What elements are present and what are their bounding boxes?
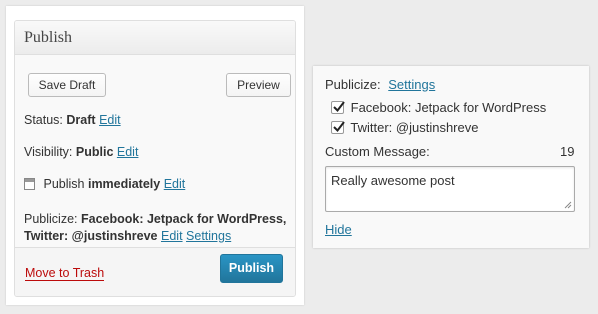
checkmark-icon [333,121,345,133]
publicize-panel-label: Publicize: [325,77,381,92]
custom-message-text: Really awesome post [331,173,455,188]
twitter-label: Twitter: @justinshreve [350,120,479,135]
schedule-label: Publish [43,177,85,191]
publicize-settings-link[interactable]: Settings [186,229,231,243]
publish-button[interactable]: Publish [220,254,283,283]
schedule-row: Publish immediately Edit [24,177,185,191]
visibility-label: Visibility: [24,145,73,159]
publish-panel-wrapper: Publish Save Draft Preview Status: Draft… [6,6,304,305]
publicize-value-line1: Facebook: Jetpack for WordPress, [80,212,287,226]
checkmark-icon [333,101,345,113]
publish-box-title: Publish [15,21,295,55]
publicize-panel: Publicize: Settings Facebook: Jetpack fo… [313,66,589,248]
visibility-row: Visibility: Public Edit [24,145,138,159]
save-draft-button[interactable]: Save Draft [28,73,106,97]
character-count: 19 [560,144,575,159]
publish-actions: Move to Trash Publish [15,247,295,296]
publish-meta-box: Publish Save Draft Preview Status: Draft… [14,20,296,297]
status-value: Draft [66,113,96,127]
publicize-row: Publicize: Facebook: Jetpack for WordPre… [24,211,286,245]
visibility-edit-link[interactable]: Edit [117,145,139,159]
resize-grip-icon[interactable] [564,201,572,209]
twitter-checkbox[interactable] [331,121,345,134]
calendar-icon [24,178,35,190]
custom-message-label: Custom Message: [325,144,430,159]
status-label: Status: [24,113,63,127]
service-facebook[interactable]: Facebook: Jetpack for WordPress [331,100,546,115]
schedule-edit-link[interactable]: Edit [164,177,186,191]
publicize-value-line2: Twitter: @justinshreve [24,229,158,243]
schedule-value: immediately [87,177,161,191]
status-row: Status: Draft Edit [24,113,121,127]
status-edit-link[interactable]: Edit [99,113,121,127]
facebook-checkbox[interactable] [331,101,345,114]
publicize-edit-link[interactable]: Edit [161,229,183,243]
visibility-value: Public [75,145,114,159]
move-to-trash-link[interactable]: Move to Trash [25,266,105,281]
publicize-panel-settings-link[interactable]: Settings [388,77,435,92]
hide-link-text[interactable]: Hide [325,222,352,237]
publicize-label: Publicize: [24,212,78,226]
publicize-header: Publicize: Settings [325,77,435,92]
hide-link[interactable]: Hide [325,222,352,237]
preview-button[interactable]: Preview [226,73,291,97]
service-twitter[interactable]: Twitter: @justinshreve [331,120,478,135]
custom-message-textarea[interactable]: Really awesome post [325,166,575,212]
facebook-label: Facebook: Jetpack for WordPress [350,100,547,115]
